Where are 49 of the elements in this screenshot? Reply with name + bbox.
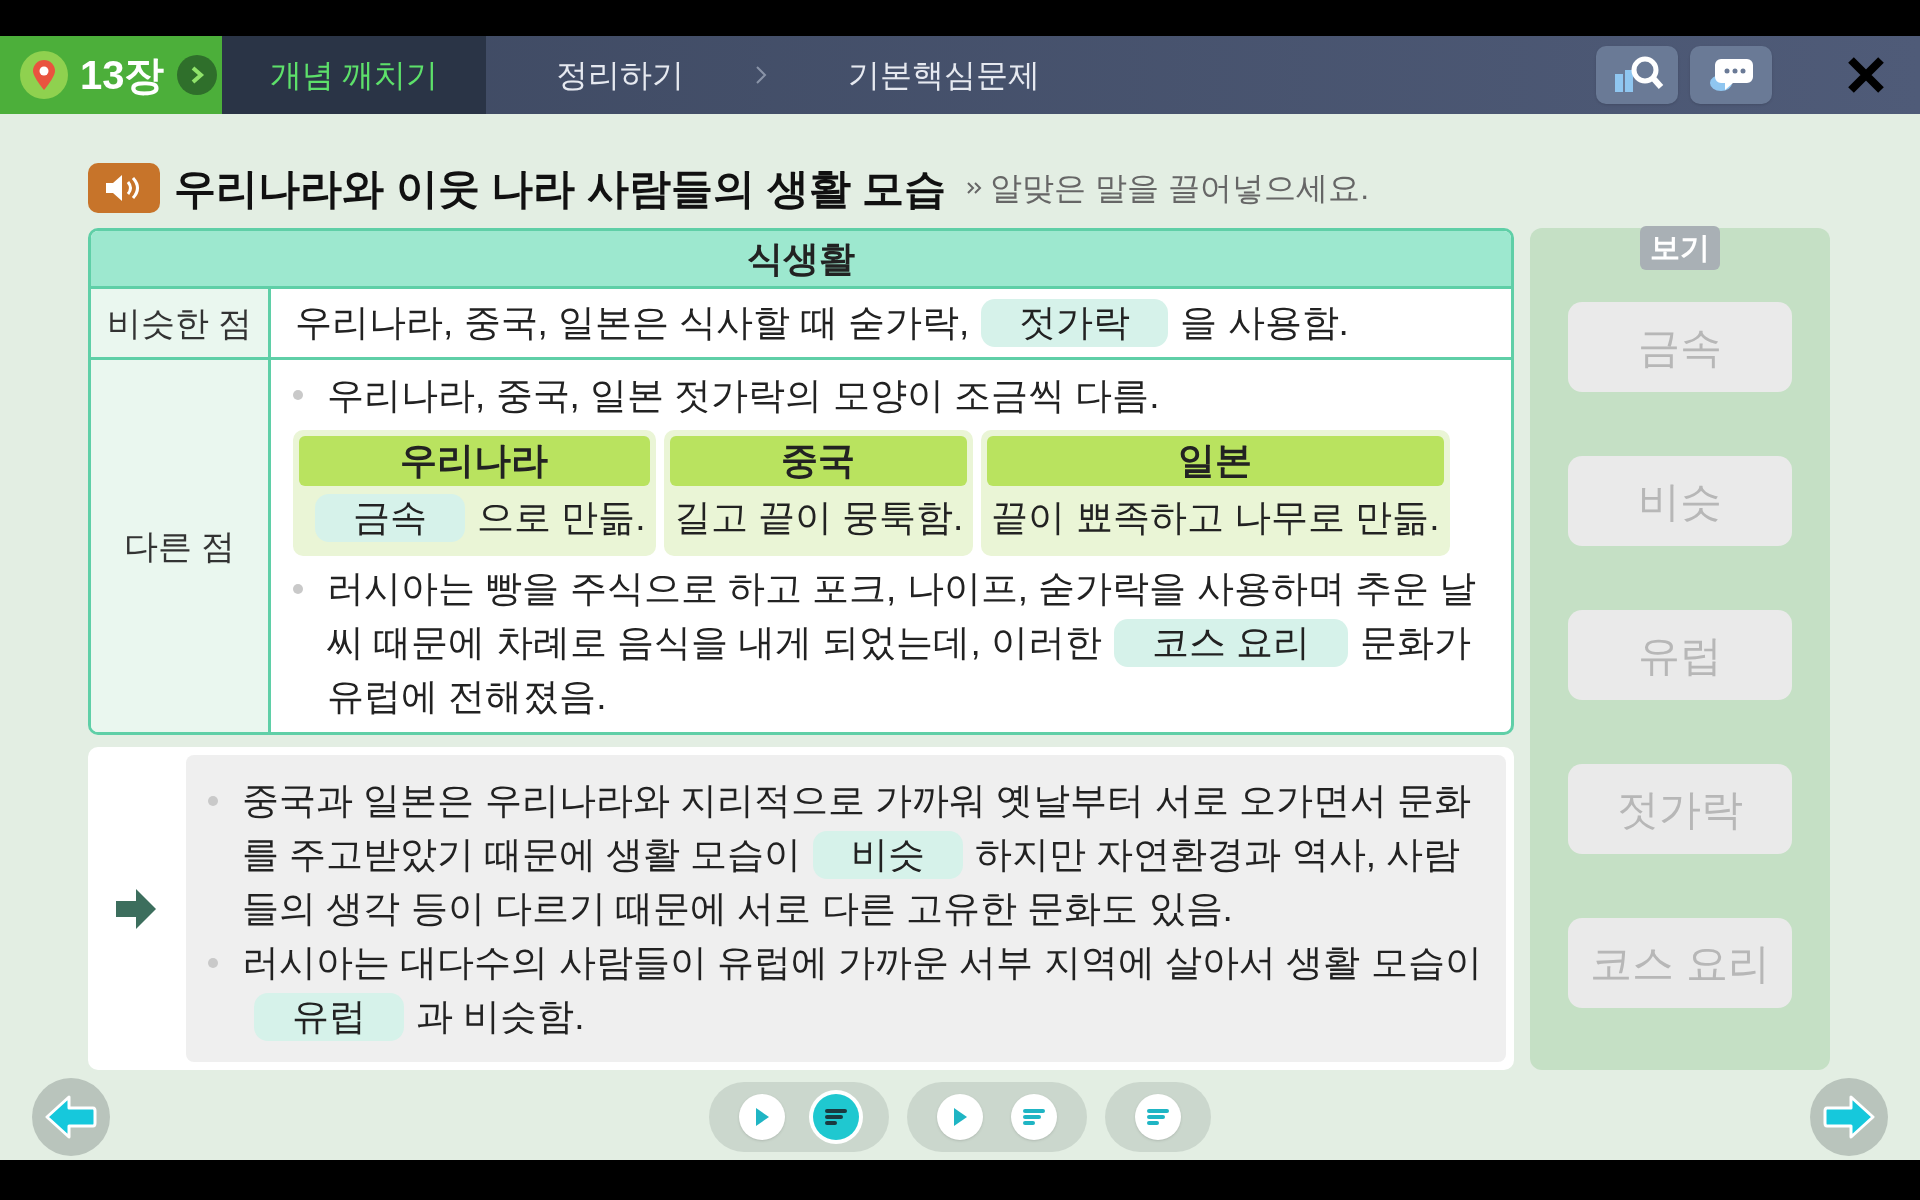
bullet-text: 중국과 일본은 우리나라와 지리적으로 가까워 옛날부터 서로 오가면서 문화를 주고받았기 때문에 생활 모습이 비슷 하지만 자연환경과 역사, 사람들의 생각 등이 다르기 때문에 서로 다른 고유한 문화도 있음.: [242, 778, 1473, 931]
answer-blank[interactable]: 비슷: [813, 830, 964, 879]
bullet-text: 우리나라, 중국, 일본 젓가락의 모양이 조금씩 다름.: [327, 374, 1160, 418]
play-button[interactable]: [937, 1094, 983, 1140]
table-header: 식생활: [91, 231, 1511, 289]
script-icon: [824, 1108, 848, 1126]
step-tab[interactable]: 개념 깨치기: [222, 36, 486, 114]
answer-blank[interactable]: 젓가락: [981, 299, 1169, 347]
chevron-right-icon: [754, 64, 768, 86]
country-text: 금속 으로 만듦.: [299, 486, 650, 550]
script-button[interactable]: [813, 1094, 859, 1140]
script-icon: [1146, 1108, 1170, 1126]
chevron-right-icon: [176, 55, 217, 95]
step-tab[interactable]: 기본핵심문제: [778, 36, 1110, 114]
arrow-right-icon: [114, 886, 158, 931]
row-label: 비슷한 점: [91, 289, 271, 357]
step-tab[interactable]: 정리하기: [486, 36, 754, 114]
chapter-number: 13장: [80, 52, 165, 99]
speaker-button[interactable]: [88, 163, 160, 213]
arrow-left-icon: [45, 1095, 97, 1139]
bullet-text: 러시아는 대다수의 사람들이 유럽에 가까운 서부 지역에 살아서 생활 모습이 유럽 과 비슷함.: [242, 935, 1484, 1044]
country-text: 끝이 뾰족하고 나무로 만듦.: [990, 496, 1441, 540]
bullet-text: 러시아는 빵을 주식으로 하고 포크, 나이프, 숟가락을 사용하며 추운 날씨 때문에 차례로 음식을 내게 되었는데, 이러한 코스 요리 문화가 유럽에 전해졌음.: [327, 567, 1478, 719]
play-icon: [952, 1107, 968, 1127]
bullet-icon: [208, 957, 218, 968]
bullet-icon: [208, 795, 218, 806]
play-icon: [754, 1107, 770, 1127]
page-title: 우리나라와 이웃 나라 사람들의 생활 모습: [174, 163, 947, 214]
answer-blank[interactable]: 유럽: [254, 992, 404, 1041]
country-text: 길고 끝이 뭉툭함.: [672, 496, 965, 540]
country-header: 우리나라: [299, 436, 650, 486]
options-header: 보기: [1640, 226, 1720, 270]
play-button[interactable]: [739, 1094, 785, 1140]
bullet-icon: [293, 584, 303, 594]
row-label: 다른 점: [91, 360, 271, 732]
close-icon: [1846, 55, 1886, 95]
table-cell: 우리나라, 중국, 일본은 식사할 때 숟가락, 젓가락 을 사용함.: [271, 289, 1511, 357]
search-button[interactable]: [1596, 46, 1678, 104]
double-chevron-icon: [966, 181, 983, 195]
answer-blank[interactable]: 코스 요리: [1113, 619, 1349, 667]
country-header: 중국: [669, 436, 968, 486]
map-pin-icon: [20, 51, 68, 99]
instruction-text: 알맞은 말을 끌어넣으세요.: [990, 169, 1370, 208]
script-icon: [1022, 1108, 1046, 1126]
arrow-right-icon: [1823, 1095, 1875, 1139]
country-header: 일본: [987, 436, 1444, 486]
chat-button[interactable]: [1690, 46, 1772, 104]
answer-blank[interactable]: 금속: [315, 494, 465, 542]
bullet-icon: [293, 390, 303, 400]
